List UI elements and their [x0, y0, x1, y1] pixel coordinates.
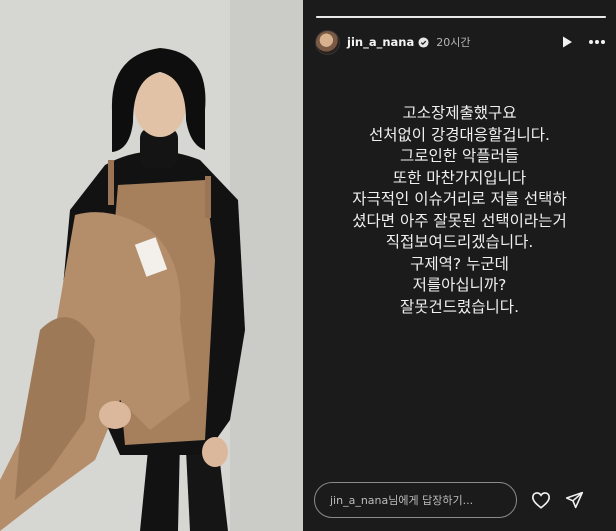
verified-badge-icon — [418, 36, 429, 48]
reply-input[interactable]: jin_a_nana님에게 답장하기... — [314, 482, 517, 518]
play-icon — [563, 36, 572, 48]
more-options-button[interactable] — [588, 39, 606, 45]
story-line: 그로인한 악플러들 — [399, 147, 519, 165]
more-options-icon — [589, 40, 605, 44]
heart-icon — [531, 492, 551, 509]
story-progress-bar — [316, 16, 606, 18]
story-footer: jin_a_nana님에게 답장하기... — [314, 482, 604, 518]
portrait-photo — [0, 0, 303, 531]
story-line: 고소장제출했구요 — [402, 104, 517, 122]
story-progress-fill — [316, 16, 606, 18]
send-icon — [565, 491, 584, 509]
story-line: 직접보여드리겠습니다. — [385, 233, 534, 251]
send-button[interactable] — [565, 491, 584, 509]
story-line: 구제역? 누군데 — [410, 254, 509, 273]
play-button[interactable] — [560, 35, 574, 49]
story-line: 저를아십니까? — [412, 276, 507, 294]
story-text: 고소장제출했구요 선처없이 강경대응할겁니다. 그로인한 악플러들 또한 마찬가… — [303, 103, 616, 318]
avatar[interactable] — [315, 29, 340, 55]
like-button[interactable] — [531, 491, 551, 509]
story-header: jin_a_nana 20시간 — [315, 28, 606, 56]
story-line: 잘못건드렸습니다. — [399, 297, 519, 316]
story-panel: jin_a_nana 20시간 고소장제출했구요 선처없이 강경대응할겁니다. — [303, 0, 616, 531]
story-line: 선처없이 강경대응할겁니다. — [369, 125, 550, 144]
portrait-photo-illustration — [0, 0, 303, 531]
story-username[interactable]: jin_a_nana — [347, 35, 414, 49]
story-line: 셨다면 아주 잘못된 선택이라는거 — [352, 211, 567, 230]
story-line: 자극적인 이슈거리로 저를 선택하 — [352, 190, 567, 208]
story-line: 또한 마찬가지입니다 — [392, 168, 527, 187]
story-timestamp: 20시간 — [436, 36, 471, 49]
reply-placeholder: jin_a_nana님에게 답장하기... — [330, 494, 474, 507]
